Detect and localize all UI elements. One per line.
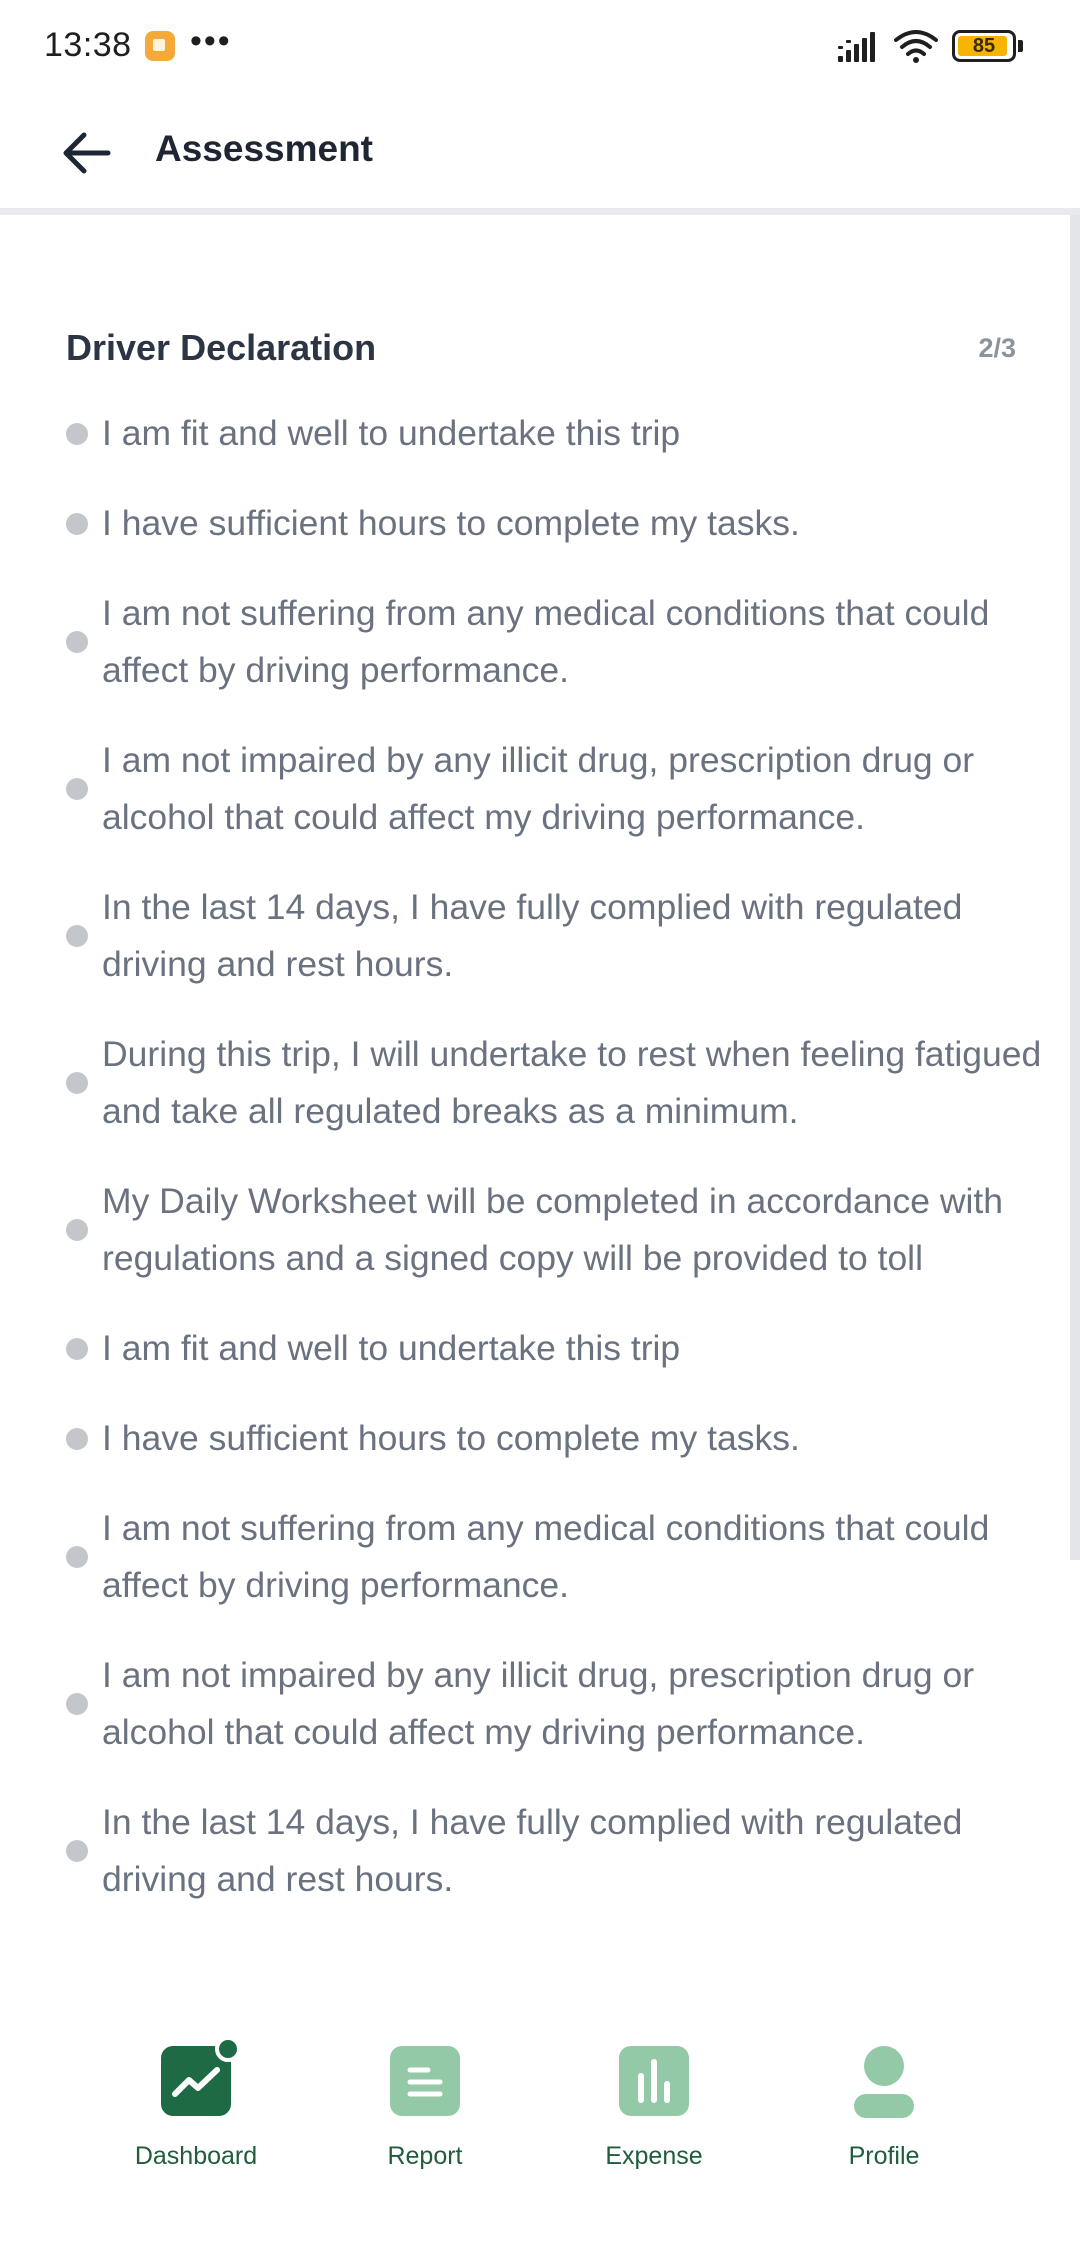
bullet-icon <box>66 631 88 653</box>
back-button[interactable] <box>52 118 122 188</box>
bullet-icon <box>66 422 88 445</box>
wifi-icon <box>894 30 938 63</box>
bullet-icon <box>66 1546 88 1568</box>
declaration-item: I have sufficient hours to complete my t… <box>66 1410 1046 1467</box>
declaration-text: I am not suffering from any medical cond… <box>102 1508 990 1605</box>
section-header: Driver Declaration 2/3 <box>66 327 1016 377</box>
nav-item-report[interactable]: Report <box>345 2046 505 2176</box>
bullet-icon <box>66 512 88 535</box>
declaration-text: During this trip, I will undertake to re… <box>102 1034 1042 1131</box>
declaration-item: My Daily Worksheet will be completed in … <box>66 1173 1046 1287</box>
dashboard-icon <box>161 2036 241 2116</box>
declaration-text: I am not impaired by any illicit drug, p… <box>102 1655 975 1752</box>
bullet-icon <box>66 1427 88 1450</box>
declaration-item: I am not suffering from any medical cond… <box>66 1500 1046 1614</box>
declaration-item: I have sufficient hours to complete my t… <box>66 495 1046 552</box>
declaration-item: During this trip, I will undertake to re… <box>66 1026 1046 1140</box>
profile-icon <box>849 2046 919 2118</box>
declaration-text: I am not suffering from any medical cond… <box>102 593 990 690</box>
declaration-content[interactable]: Driver Declaration 2/3 I am fit and well… <box>0 215 1080 1965</box>
status-bar: 13:38 ••• 85 <box>0 0 1080 96</box>
nav-item-expense[interactable]: Expense <box>574 2046 734 2176</box>
bullet-icon <box>66 1337 88 1360</box>
declaration-item: I am not impaired by any illicit drug, p… <box>66 732 1046 846</box>
declaration-item: In the last 14 days, I have fully compli… <box>66 879 1046 993</box>
nav-item-profile[interactable]: Profile <box>804 2046 964 2176</box>
declaration-item: I am not impaired by any illicit drug, p… <box>66 1647 1046 1761</box>
battery-percentage: 85 <box>972 35 996 57</box>
declaration-item: In the last 14 days, I have fully compli… <box>66 1794 1046 1908</box>
page-indicator: 2/3 <box>978 333 1016 363</box>
page-title: Assessment <box>155 128 374 169</box>
assessment-screen: 13:38 ••• 85 Assessment Driver Declarati… <box>0 0 1080 2246</box>
declaration-item: I am fit and well to undertake this trip <box>66 405 1046 462</box>
bullet-icon <box>66 1219 88 1241</box>
declaration-text: I am fit and well to undertake this trip <box>102 413 681 453</box>
notification-badge <box>215 2036 241 2062</box>
bullet-icon <box>66 778 88 800</box>
notification-app-icon <box>145 31 175 61</box>
declaration-item: I am fit and well to undertake this trip <box>66 1320 1046 1377</box>
bullet-icon <box>66 1693 88 1715</box>
nav-label-profile: Profile <box>848 2142 920 2170</box>
bullet-icon <box>66 1072 88 1094</box>
app-header: Assessment <box>0 96 1080 210</box>
nav-label-expense: Expense <box>605 2142 703 2170</box>
bullet-icon <box>66 925 88 947</box>
battery-tip <box>1018 40 1023 52</box>
nav-label-report: Report <box>387 2142 463 2170</box>
status-time: 13:38 <box>44 26 132 64</box>
header-divider <box>0 208 1080 215</box>
signal-icon <box>838 32 875 62</box>
arrow-left-icon <box>63 132 111 174</box>
declaration-list: I am fit and well to undertake this trip… <box>66 405 1046 1941</box>
declaration-text: I am not impaired by any illicit drug, p… <box>102 740 975 837</box>
more-notifications-icon: ••• <box>190 22 232 60</box>
declaration-text: In the last 14 days, I have fully compli… <box>102 1802 963 1899</box>
nav-item-dashboard[interactable]: Dashboard <box>116 2036 276 2176</box>
report-icon <box>390 2046 460 2116</box>
scrollbar[interactable] <box>1070 215 1080 1560</box>
nav-label-dashboard: Dashboard <box>134 2142 258 2170</box>
declaration-text: My Daily Worksheet will be completed in … <box>102 1181 1004 1278</box>
bottom-navigation: Dashboard Report Expense Profile <box>0 2020 1080 2246</box>
declaration-text: I have sufficient hours to complete my t… <box>102 1418 800 1458</box>
declaration-text: I have sufficient hours to complete my t… <box>102 503 800 543</box>
battery-icon: 85 <box>952 30 1016 62</box>
bullet-icon <box>66 1840 88 1862</box>
section-title: Driver Declaration <box>66 327 377 368</box>
declaration-text: In the last 14 days, I have fully compli… <box>102 887 963 984</box>
expense-icon <box>619 2046 689 2116</box>
declaration-item: I am not suffering from any medical cond… <box>66 585 1046 699</box>
declaration-text: I am fit and well to undertake this trip <box>102 1328 681 1368</box>
